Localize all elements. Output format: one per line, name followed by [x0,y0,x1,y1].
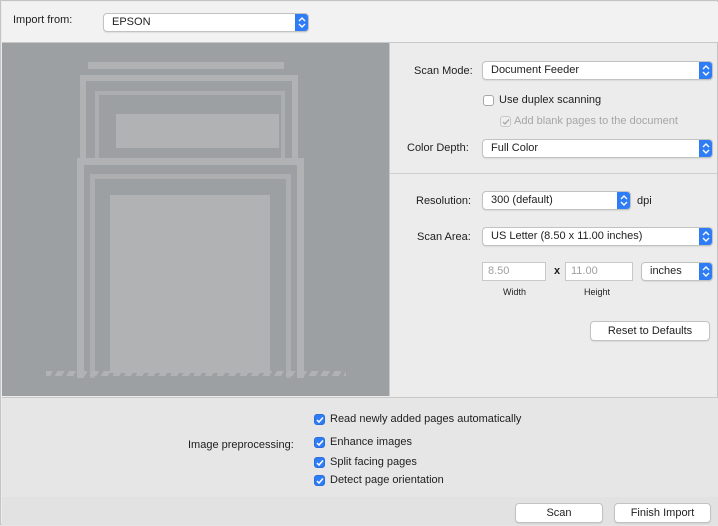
scan-area-popup[interactable]: US Letter (8.50 x 11.00 inches) [482,227,713,246]
preview-divider [389,43,390,396]
enhance-images-checkbox[interactable] [314,437,325,448]
finish-import-button[interactable]: Finish Import [614,503,711,523]
split-pages-label: Split facing pages [330,456,417,468]
split-pages-checkbox[interactable] [314,457,325,468]
up-down-chevron-icon [617,192,630,209]
up-down-chevron-icon [699,140,712,157]
height-field[interactable]: 11.00 [565,262,633,281]
enhance-images-label: Enhance images [330,436,412,448]
scan-mode-label: Scan Mode: [414,65,473,77]
device-popup-value: EPSON [112,16,151,28]
times-sign: x [554,265,561,277]
height-caption: Height [584,287,611,297]
color-depth-value: Full Color [491,142,539,154]
reset-defaults-button[interactable]: Reset to Defaults [590,321,710,341]
scan-mode-value: Document Feeder [491,64,580,76]
import-window: Import from: EPSON Scan Mode: Document F… [0,0,718,526]
checkmark-icon [316,417,324,424]
height-field-value: 11.00 [571,265,598,277]
preview-top-bar [88,62,284,69]
import-toolbar: Import from: EPSON [2,2,718,43]
checkmark-icon [316,478,324,485]
blank-pages-checkbox[interactable] [500,116,511,127]
checkmark-icon [502,119,510,126]
settings-separator [390,173,717,174]
footer-bar [2,497,718,525]
scan-area-label: Scan Area: [417,231,471,243]
checkmark-icon [316,440,324,447]
blank-pages-label: Add blank pages to the document [514,115,678,127]
detect-orientation-label: Detect page orientation [330,474,444,486]
color-depth-popup[interactable]: Full Color [482,139,713,158]
resolution-popup[interactable]: 300 (default) [482,191,631,210]
width-field-value: 8.50 [488,265,510,277]
up-down-chevron-icon [699,263,712,280]
color-depth-label: Color Depth: [407,142,469,154]
scan-area-value: US Letter (8.50 x 11.00 inches) [491,230,643,242]
up-down-chevron-icon [295,14,308,31]
resolution-label: Resolution: [416,195,472,207]
scan-preview [2,43,389,396]
checkmark-icon [316,460,324,467]
units-value: inches [650,265,682,277]
width-caption: Width [503,287,527,297]
read-pages-checkbox[interactable] [314,414,325,425]
resolution-value: 300 (default) [491,194,553,206]
preprocessing-label: Image preprocessing: [188,439,294,451]
width-field[interactable]: 8.50 [482,262,546,281]
device-popup[interactable]: EPSON [103,13,309,32]
duplex-label: Use duplex scanning [499,94,602,106]
duplex-checkbox[interactable] [483,95,494,106]
preview-page [110,195,270,373]
units-popup[interactable]: inches [641,262,713,281]
import-from-label: Import from: [13,14,73,26]
detect-orientation-checkbox[interactable] [314,475,325,486]
read-pages-label: Read newly added pages automatically [330,413,522,425]
resolution-unit: dpi [637,195,652,207]
up-down-chevron-icon [699,62,712,79]
scan-button[interactable]: Scan [515,503,603,523]
up-down-chevron-icon [699,228,712,245]
scan-mode-popup[interactable]: Document Feeder [482,61,713,80]
preview-slot [116,114,279,148]
preview-baseline [46,371,346,376]
